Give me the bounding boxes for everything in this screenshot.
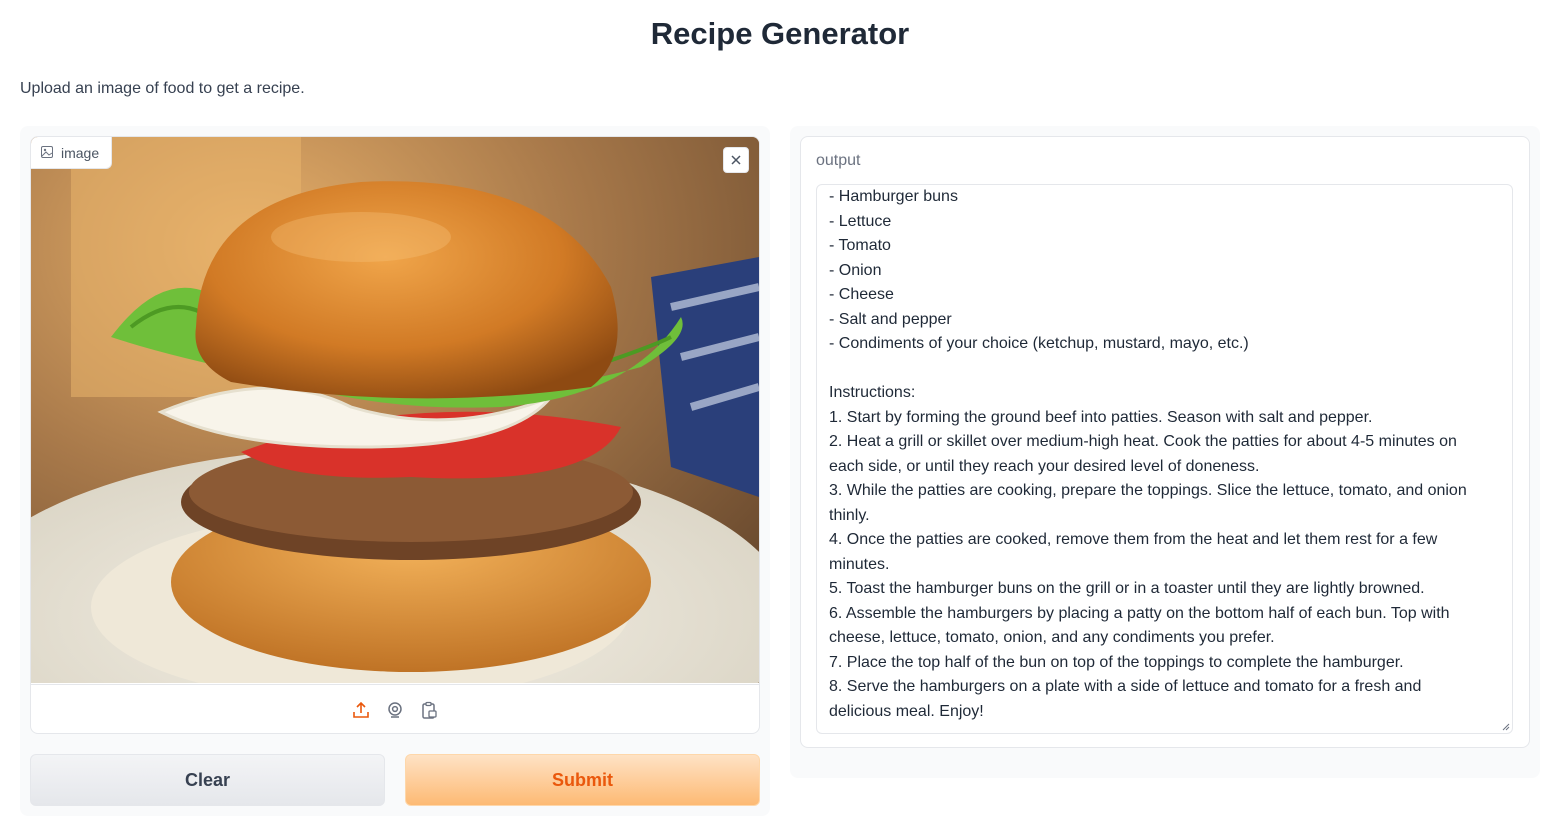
- output-line: - Lettuce: [829, 212, 892, 230]
- output-text: - Hamburger buns - Lettuce - Tomato - Onion…: [829, 185, 1488, 724]
- output-block: output - Hamburger buns - Lettuce - Tomato…: [800, 136, 1530, 748]
- page-description: Upload an image of food to get a recipe.: [20, 80, 305, 97]
- output-textarea[interactable]: - Hamburger buns - Lettuce - Tomato - Onion…: [816, 184, 1513, 734]
- output-line: minutes.: [829, 555, 890, 573]
- output-line: 8. Serve the hamburgers on a plate with …: [829, 678, 1422, 695]
- output-line: thinly.: [829, 506, 870, 524]
- output-line: 6. Assemble the hamburgers by placing a …: [829, 604, 1450, 622]
- image-label-text: image: [61, 144, 100, 161]
- output-line: - Salt and pepper: [829, 310, 952, 328]
- output-line: - Hamburger buns: [829, 188, 958, 205]
- output-line: - Condiments of your choice (ketchup, mu…: [829, 335, 1249, 352]
- output-label: output: [816, 152, 861, 169]
- image-source-bar: [31, 684, 759, 733]
- webcam-icon[interactable]: [385, 700, 405, 720]
- output-line: 4. Once the patties are cooked, remove t…: [829, 531, 1438, 548]
- close-icon[interactable]: [723, 147, 749, 173]
- image-icon: [41, 145, 53, 161]
- output-panel: output - Hamburger buns - Lettuce - Tomato…: [790, 126, 1540, 778]
- image-input[interactable]: image: [30, 136, 760, 734]
- output-line: cheese, lettuce, tomato, onion, and any …: [829, 629, 1275, 646]
- input-panel: image Clear Submit: [20, 126, 770, 816]
- image-input-label: image: [31, 137, 113, 169]
- output-line: 1. Start by forming the ground beef into…: [829, 408, 1373, 426]
- clear-button[interactable]: Clear: [30, 754, 385, 806]
- output-line: - Onion: [829, 261, 882, 279]
- output-line: Instructions:: [829, 384, 916, 401]
- output-line: 2. Heat a grill or skillet over medium-h…: [829, 433, 1457, 450]
- uploaded-image: [31, 137, 759, 683]
- output-line: 3. While the patties are cooking, prepar…: [829, 482, 1467, 499]
- page-title: Recipe Generator: [650, 16, 910, 51]
- submit-button[interactable]: Submit: [405, 754, 760, 806]
- output-line: delicious meal. Enjoy!: [829, 702, 984, 720]
- upload-icon[interactable]: [351, 700, 371, 720]
- output-line: 5. Toast the hamburger buns on the grill…: [829, 580, 1425, 597]
- output-line: 7. Place the top half of the bun on top …: [829, 653, 1404, 671]
- output-line: - Cheese: [829, 286, 894, 303]
- clipboard-icon[interactable]: [419, 700, 439, 720]
- resize-handle-icon[interactable]: [1500, 721, 1510, 731]
- output-line: - Tomato: [829, 237, 891, 254]
- output-line: each side, or until they reach your desi…: [829, 457, 1260, 475]
